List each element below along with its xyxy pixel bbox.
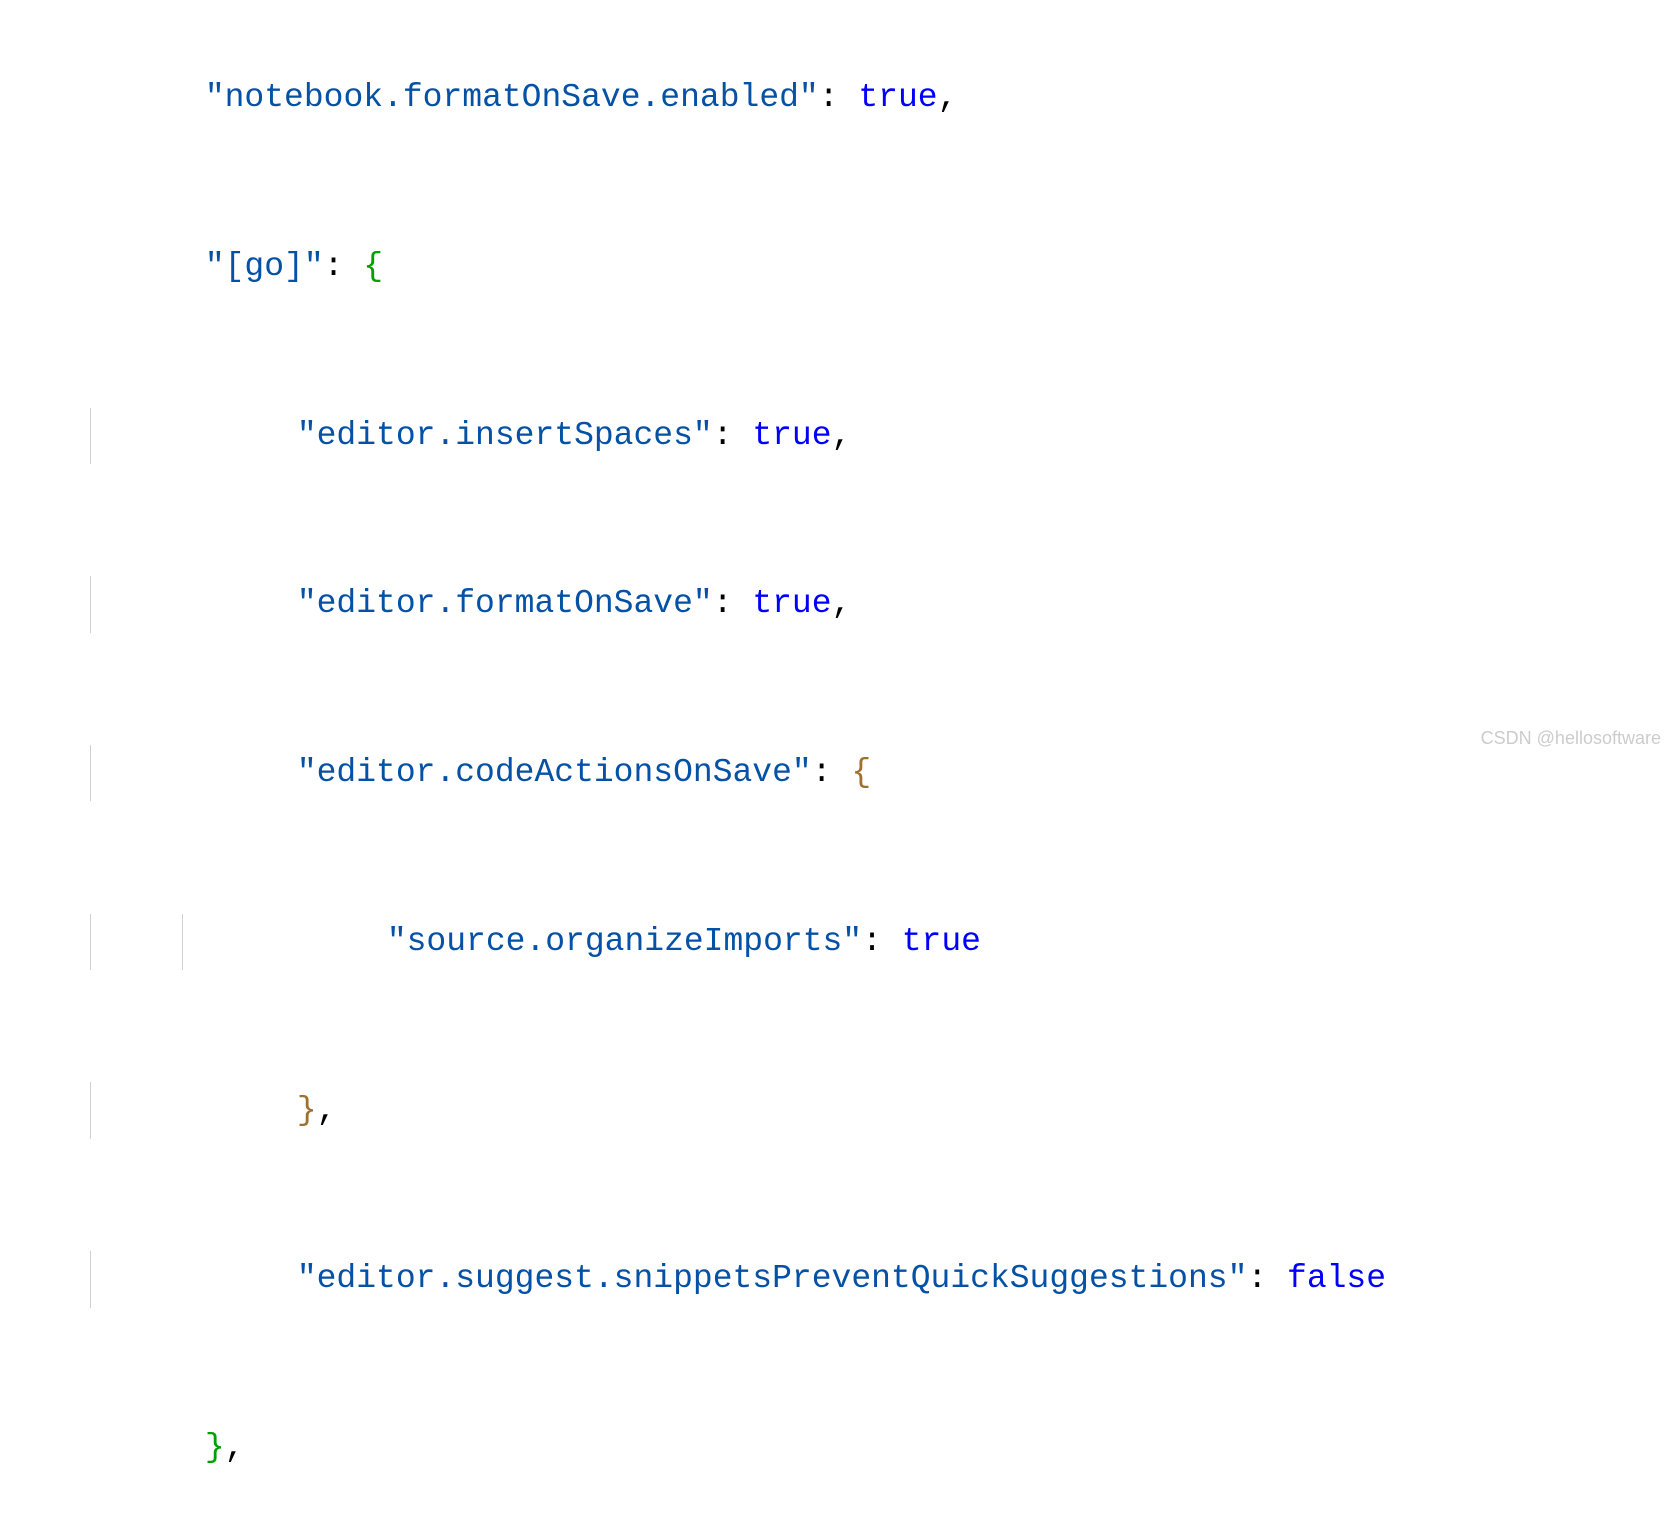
json-key: "[go]" xyxy=(205,248,324,285)
code-line[interactable]: "[go]": { xyxy=(0,239,1676,296)
colon: : xyxy=(862,923,882,960)
code-line[interactable]: "editor.suggest.snippetsPreventQuickSugg… xyxy=(0,1251,1676,1308)
code-line[interactable]: "source.organizeImports": true xyxy=(0,914,1676,971)
colon: : xyxy=(1247,1260,1267,1297)
colon: : xyxy=(812,754,832,791)
json-key: "editor.codeActionsOnSave" xyxy=(297,754,812,791)
json-key: "editor.suggest.snippetsPreventQuickSugg… xyxy=(297,1260,1248,1297)
brace-close: } xyxy=(205,1429,225,1466)
json-value: true xyxy=(902,923,981,960)
brace-open: { xyxy=(851,754,871,791)
code-line[interactable]: "notebook.formatOnSave.enabled": true, xyxy=(0,70,1676,127)
colon: : xyxy=(819,79,839,116)
code-line[interactable]: "editor.formatOnSave": true, xyxy=(0,576,1676,633)
json-key: "source.organizeImports" xyxy=(387,923,862,960)
json-key: "editor.formatOnSave" xyxy=(297,585,713,622)
json-key: "notebook.formatOnSave.enabled" xyxy=(205,79,819,116)
json-key: "editor.insertSpaces" xyxy=(297,417,713,454)
json-value: true xyxy=(752,417,831,454)
code-editor[interactable]: "notebook.formatOnSave.enabled": true, "… xyxy=(0,0,1676,1528)
brace-close: } xyxy=(297,1092,317,1129)
brace-open: { xyxy=(363,248,383,285)
code-line[interactable]: "editor.codeActionsOnSave": { xyxy=(0,745,1676,802)
colon: : xyxy=(713,585,733,622)
watermark-text: CSDN @hellosoftware xyxy=(1481,723,1661,754)
comma: , xyxy=(225,1429,245,1466)
colon: : xyxy=(324,248,344,285)
comma: , xyxy=(938,79,958,116)
code-line[interactable]: "editor.insertSpaces": true, xyxy=(0,408,1676,465)
comma: , xyxy=(832,585,852,622)
code-line[interactable]: }, xyxy=(0,1082,1676,1139)
json-value: true xyxy=(752,585,831,622)
comma: , xyxy=(832,417,852,454)
comma: , xyxy=(317,1092,337,1129)
colon: : xyxy=(713,417,733,454)
code-line[interactable]: }, xyxy=(0,1420,1676,1477)
json-value: false xyxy=(1287,1260,1386,1297)
json-value: true xyxy=(858,79,937,116)
